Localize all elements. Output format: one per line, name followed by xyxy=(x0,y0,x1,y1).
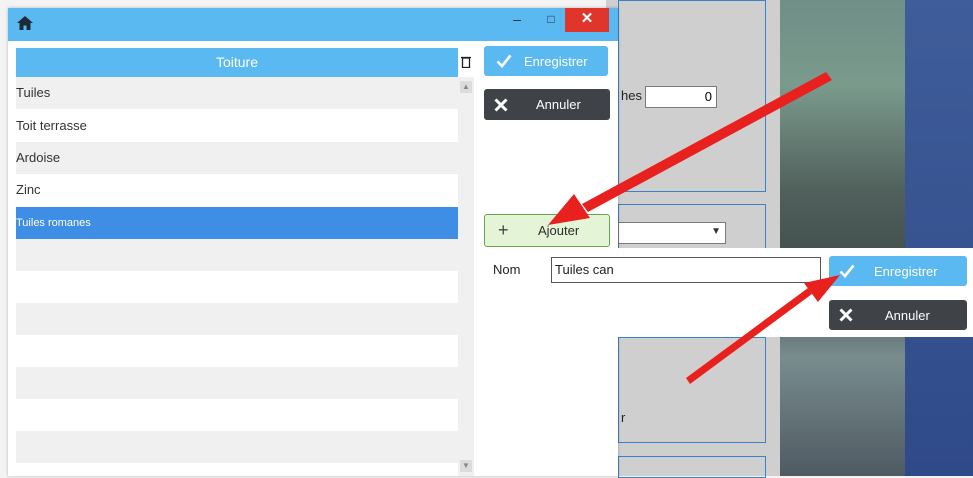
minimize-button[interactable]: – xyxy=(507,8,527,30)
save-button[interactable]: Enregistrer xyxy=(484,46,608,76)
list-item[interactable]: Ardoise xyxy=(16,142,458,174)
list-item-label: Zinc xyxy=(16,182,41,197)
list-empty-row xyxy=(16,399,458,431)
edit-save-button[interactable]: Enregistrer xyxy=(829,256,967,286)
edit-save-button-label: Enregistrer xyxy=(874,263,938,279)
list-empty-row xyxy=(16,239,458,271)
list-empty-row xyxy=(16,303,458,335)
cancel-button-label: Annuler xyxy=(536,97,581,112)
nom-label: Nom xyxy=(493,262,521,277)
background-photo xyxy=(780,0,910,476)
list-empty-row xyxy=(16,271,458,303)
save-button-label: Enregistrer xyxy=(524,53,588,69)
add-button-label: Ajouter xyxy=(538,223,580,238)
close-button[interactable]: ✕ xyxy=(565,8,609,32)
list-item[interactable]: Zinc xyxy=(16,174,458,206)
background-groupbox-last xyxy=(618,456,766,478)
edit-cancel-button[interactable]: Annuler xyxy=(829,300,967,330)
background-number-field[interactable]: 0 xyxy=(645,86,717,108)
list-item[interactable]: Tuiles xyxy=(16,77,458,109)
list-header: Toiture xyxy=(16,48,458,77)
list-scrollbar[interactable]: ▲ ▼ xyxy=(458,77,474,476)
list-item-label: Tuiles xyxy=(16,85,51,100)
close-x-icon xyxy=(494,89,508,120)
list-item[interactable]: Toit terrasse xyxy=(16,110,458,142)
chevron-down-icon: ▼ xyxy=(711,226,721,237)
plus-icon: + xyxy=(498,220,509,240)
background-dropdown[interactable]: ▼ xyxy=(618,222,726,244)
list-item-label: Tuiles romanes xyxy=(16,217,91,229)
check-icon xyxy=(496,46,512,76)
check-icon xyxy=(839,256,855,286)
background-groupbox-bottom xyxy=(618,337,766,443)
edit-cancel-button-label: Annuler xyxy=(885,307,930,323)
home-icon[interactable] xyxy=(16,14,34,32)
background-strip xyxy=(905,0,973,476)
scroll-down-icon[interactable]: ▼ xyxy=(460,460,472,472)
background-bottom-label: r xyxy=(621,410,626,425)
list-item-selected[interactable]: Tuiles romanes xyxy=(16,207,458,239)
list-empty-row xyxy=(16,335,458,367)
nom-input[interactable]: Tuiles can xyxy=(551,257,821,283)
delete-icon[interactable] xyxy=(458,48,474,77)
background-field-label: hes xyxy=(621,88,642,103)
list-empty-row xyxy=(16,431,458,463)
cancel-button[interactable]: Annuler xyxy=(484,89,610,120)
list: Tuiles Toit terrasse Ardoise Zinc Tuiles… xyxy=(16,77,458,476)
list-item-label: Toit terrasse xyxy=(16,118,87,133)
scroll-up-icon[interactable]: ▲ xyxy=(460,81,472,93)
maximize-button[interactable]: □ xyxy=(541,8,561,30)
add-button[interactable]: + Ajouter xyxy=(484,214,610,247)
list-empty-row xyxy=(16,367,458,399)
list-item-label: Ardoise xyxy=(16,150,61,165)
close-x-icon xyxy=(839,300,853,330)
